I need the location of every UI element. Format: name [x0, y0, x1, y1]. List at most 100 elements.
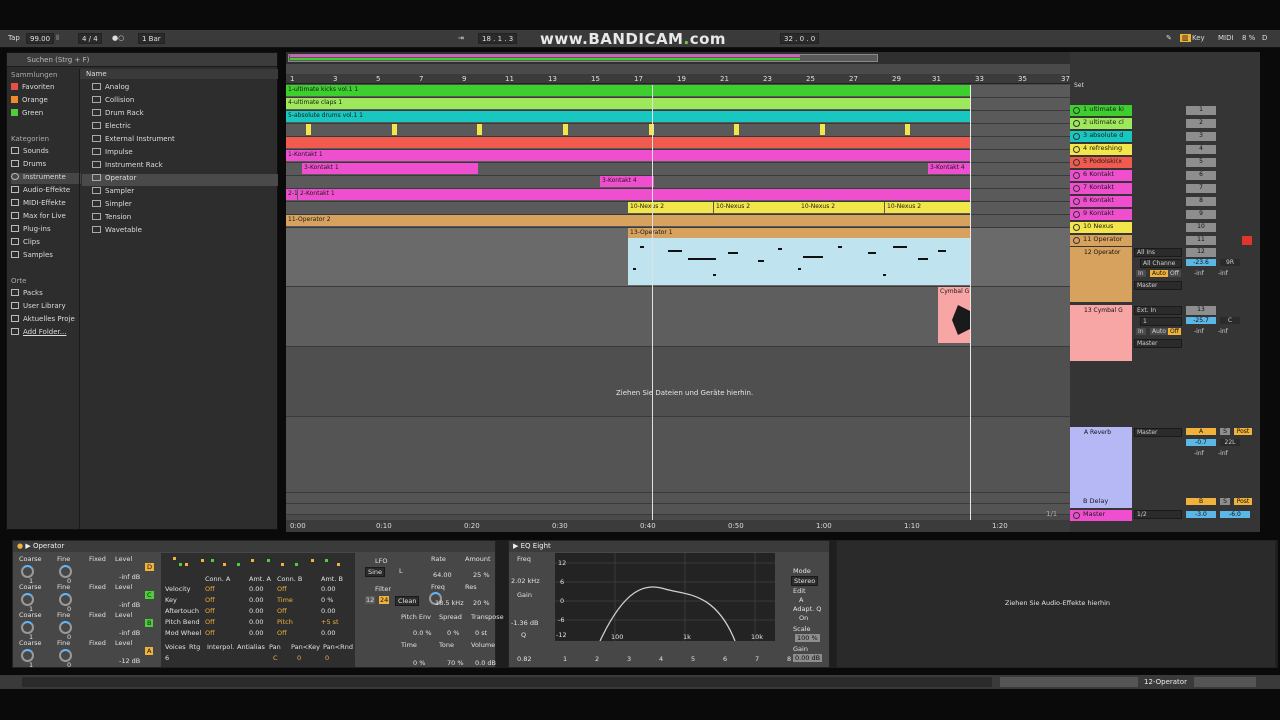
track-number[interactable]: 4	[1186, 145, 1216, 154]
track-header[interactable]: 1 ultimate ki	[1070, 105, 1132, 116]
algorithm-display[interactable]	[171, 555, 347, 571]
track-number[interactable]: 12	[1186, 248, 1216, 257]
list-item[interactable]: External Instrument	[82, 135, 278, 147]
track-header[interactable]: 8 Kontakt	[1070, 196, 1132, 207]
band-toggle[interactable]: 4	[659, 655, 663, 663]
play-icon[interactable]	[1073, 146, 1080, 153]
clip[interactable]: 1-Kontakt 1	[286, 150, 970, 161]
input-channel-select[interactable]: 1	[1140, 317, 1182, 326]
play-icon[interactable]	[1073, 198, 1080, 205]
device-overview[interactable]	[1194, 677, 1256, 687]
list-item[interactable]: Collision	[82, 96, 278, 108]
operator-letter[interactable]: A	[145, 647, 154, 655]
play-icon[interactable]	[1073, 224, 1080, 231]
place-current-project[interactable]: Aktuelles Proje	[11, 315, 81, 326]
operator-letter[interactable]: B	[145, 619, 154, 627]
master-volume-field[interactable]: -3.0	[1186, 511, 1216, 518]
track-number[interactable]: 8	[1186, 197, 1216, 206]
lfo-wave-select[interactable]: Sine	[365, 567, 386, 577]
cue-output-select[interactable]: 1/2	[1134, 510, 1182, 519]
track-header[interactable]: 3 absolute d	[1070, 131, 1132, 142]
midi-clip-body[interactable]	[628, 238, 970, 285]
play-icon[interactable]	[1073, 159, 1080, 166]
return-letter[interactable]: A	[1186, 428, 1216, 435]
clip[interactable]	[392, 124, 397, 135]
monitor-auto[interactable]: Auto	[1150, 328, 1168, 335]
output-select[interactable]: Master	[1134, 428, 1182, 437]
eq-output-gain-field[interactable]: 0.00 dB	[793, 654, 823, 662]
clip[interactable]	[477, 124, 482, 135]
eq-edit-value[interactable]: A	[799, 596, 803, 604]
track-header[interactable]: 5 Podolski(x	[1070, 157, 1132, 168]
filter-24db-button[interactable]: 24	[379, 596, 390, 604]
adaptive-q-toggle[interactable]: On	[799, 614, 808, 622]
track-number[interactable]: 10	[1186, 223, 1216, 232]
play-icon[interactable]	[1073, 211, 1080, 218]
track-header-13[interactable]: 13 Cymbal G	[1070, 305, 1132, 361]
track-header[interactable]: 9 Kontakt	[1070, 209, 1132, 220]
clip[interactable]: Cymbal G	[938, 287, 970, 297]
clip[interactable]	[306, 124, 311, 135]
monitor-in[interactable]: In	[1136, 328, 1146, 335]
clip[interactable]: 3-Kontakt 1	[302, 163, 478, 174]
loop-end-marker[interactable]	[970, 85, 971, 532]
track-header[interactable]: 10 Nexus	[1070, 222, 1132, 233]
band-toggle[interactable]: 6	[723, 655, 727, 663]
place-packs[interactable]: Packs	[11, 289, 81, 300]
beat-ruler[interactable]: 1 3 5 7 9 11 13 15 17 19 21 23 25 27 29 …	[286, 74, 1070, 84]
band-toggle[interactable]: 3	[627, 655, 631, 663]
volume-field[interactable]: -25.7	[1186, 317, 1216, 324]
list-item[interactable]: Sampler	[82, 187, 278, 199]
track-number[interactable]: 9	[1186, 210, 1216, 219]
filter-12db-button[interactable]: 12	[365, 596, 376, 604]
category-plug-ins[interactable]: Plug-ins	[11, 225, 81, 236]
track-header[interactable]: 11 Operator	[1070, 235, 1132, 246]
filter-mode-select[interactable]: Clean	[395, 596, 420, 606]
list-item[interactable]: Wavetable	[82, 226, 278, 238]
operator-letter[interactable]: D	[145, 563, 155, 571]
band-toggle[interactable]: 8	[787, 655, 791, 663]
operator-letter[interactable]: C	[145, 591, 154, 599]
lfo-amount-value[interactable]: 25 %	[473, 571, 490, 579]
follow-icon[interactable]: ⇥	[458, 34, 464, 42]
tempo-field[interactable]: 99.00	[26, 33, 55, 44]
drop-zone[interactable]	[286, 347, 1070, 417]
time-ruler[interactable]: 0:00 0:10 0:20 0:30 0:40 0:50 1:00 1:10 …	[286, 520, 1070, 532]
name-column-header[interactable]: Name	[80, 69, 278, 79]
lfo-rate-value[interactable]: 64.00	[433, 571, 452, 579]
track-number[interactable]: 6	[1186, 171, 1216, 180]
track-header[interactable]: 7 Kontakt	[1070, 183, 1132, 194]
add-folder-link[interactable]: Add Folder...	[11, 328, 81, 339]
band-toggle[interactable]: 2	[595, 655, 599, 663]
band-toggle[interactable]: 5	[691, 655, 695, 663]
key-map-button[interactable]: Key	[1192, 34, 1205, 42]
post-button[interactable]: Post	[1234, 428, 1252, 435]
category-midi-effekte[interactable]: MIDI-Effekte	[11, 199, 81, 210]
volume-field[interactable]: -23.6	[1186, 259, 1216, 266]
eq-mode-select[interactable]: Stereo	[791, 576, 819, 586]
play-icon[interactable]	[1073, 120, 1080, 127]
track-header[interactable]: 6 Kontakt	[1070, 170, 1132, 181]
input-type-select[interactable]: All Ins	[1134, 248, 1182, 257]
play-icon[interactable]	[1073, 172, 1080, 179]
clip[interactable]: 1-ultimate kicks vol.1 1	[286, 85, 970, 96]
solo-button[interactable]: S	[1220, 428, 1230, 435]
song-position-field[interactable]: 18 . 1 . 3	[478, 33, 518, 44]
input-channel-select[interactable]: All Channe	[1140, 259, 1182, 268]
track-header-return-b[interactable]: B Delay	[1070, 497, 1132, 508]
audio-clip-body[interactable]	[938, 297, 970, 343]
category-sounds[interactable]: Sounds	[11, 147, 81, 158]
midi-map-button[interactable]: MIDI	[1218, 34, 1234, 42]
metronome-toggle-icon[interactable]: ●○	[112, 34, 124, 42]
list-item[interactable]: Tension	[82, 213, 278, 225]
play-icon[interactable]	[1073, 133, 1080, 140]
clip[interactable]	[820, 124, 825, 135]
list-item-selected[interactable]: Operator	[82, 174, 278, 186]
clip[interactable]: 2-1	[286, 189, 297, 200]
clip[interactable]: 10-Nexus 2	[628, 202, 713, 213]
pan-field[interactable]: 9R	[1220, 259, 1240, 266]
time-signature-field[interactable]: 4 / 4	[78, 33, 102, 44]
post-button[interactable]: Post	[1234, 498, 1252, 505]
monitor-auto[interactable]: Auto	[1150, 270, 1168, 277]
clip[interactable]	[734, 124, 739, 135]
